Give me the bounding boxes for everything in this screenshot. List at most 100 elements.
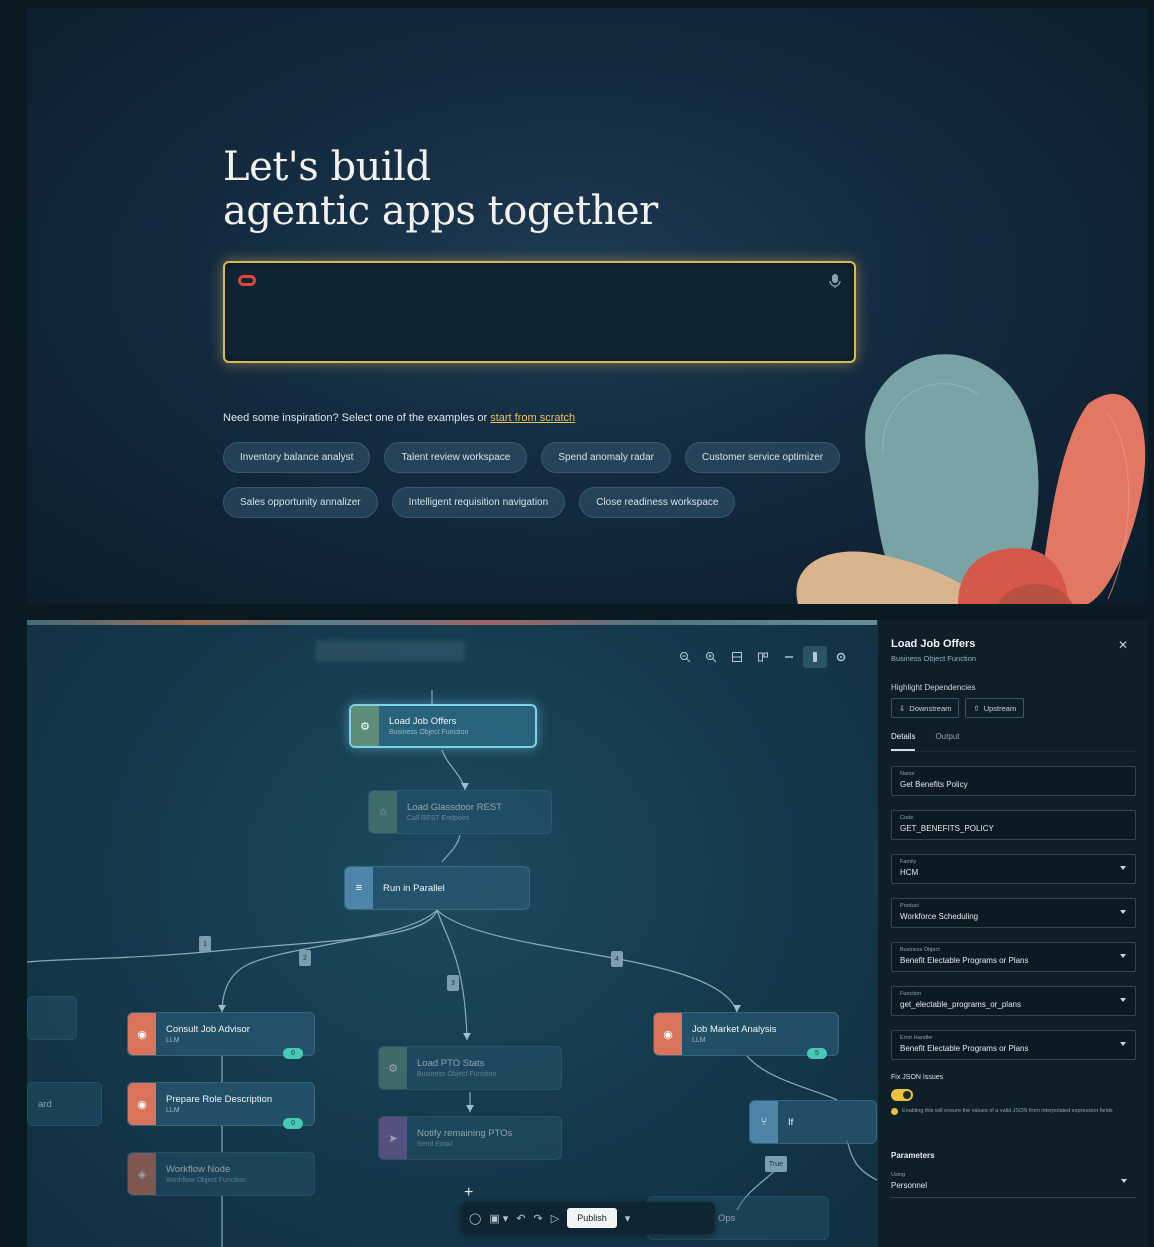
node-notify-remaining-ptos[interactable]: ➤ Notify remaining PTOs Send Email — [378, 1116, 562, 1160]
redo-icon[interactable]: ↷ — [534, 1212, 543, 1225]
properties-panel: Load Job Offers Business Object Function… — [877, 620, 1148, 1247]
node-run-in-parallel[interactable]: ≡ Run in Parallel — [344, 866, 530, 910]
node-text: Run in Parallel — [373, 867, 455, 909]
save-dropdown-icon[interactable]: ▣ ▾ — [489, 1212, 508, 1225]
workflow-canvas[interactable]: 1 2 3 4 True ⚙ Load Job Offers Business … — [27, 620, 877, 1247]
tab-output[interactable]: Output — [935, 732, 959, 751]
parameter-using-select[interactable]: Using Personnel — [891, 1168, 1136, 1198]
example-chip[interactable]: Intelligent requisition navigation — [391, 487, 566, 518]
node-text: Consult Job Advisor LLM — [156, 1013, 260, 1055]
node-badge: 5 — [807, 1048, 827, 1059]
oracle-logo-icon — [238, 275, 256, 286]
decorative-petals-illustration — [796, 354, 1146, 604]
field-label: Family — [900, 859, 917, 865]
node-offscreen-left-top[interactable] — [27, 996, 77, 1040]
name-field[interactable]: Name Get Benefits Policy — [891, 766, 1136, 796]
edge-tag[interactable]: 1 — [199, 936, 211, 952]
example-chip[interactable]: Close readiness workspace — [579, 487, 736, 518]
node-if-condition[interactable]: ⑂ If — [749, 1100, 877, 1144]
hero-title-line1: Let's build — [223, 144, 431, 190]
inspiration-text: Need some inspiration? Select one of the… — [223, 412, 575, 424]
node-offscreen-left[interactable]: ard — [27, 1082, 102, 1126]
start-from-scratch-link[interactable]: start from scratch — [490, 412, 575, 424]
undo-icon[interactable]: ↶ — [516, 1212, 525, 1225]
node-text: ard — [28, 1083, 62, 1125]
example-chip[interactable]: Inventory balance analyst — [223, 442, 371, 473]
chevron-down-icon — [1120, 910, 1126, 914]
edge-tag[interactable]: 4 — [611, 951, 623, 967]
example-chip[interactable]: Spend anomaly radar — [541, 442, 671, 473]
tab-details[interactable]: Details — [891, 732, 916, 751]
field-value: Benefit Electable Programs or Plans — [900, 1044, 1029, 1053]
prompt-input[interactable] — [265, 273, 805, 353]
example-chip[interactable]: Sales opportunity annalizer — [223, 487, 378, 518]
upstream-button[interactable]: ⇧ Upstream — [965, 698, 1025, 718]
hint-text: Enabling this will ensure the values of … — [902, 1108, 1113, 1114]
downstream-button[interactable]: ⇩ Downstream — [891, 698, 960, 718]
node-title: Prepare Role Description — [166, 1094, 273, 1105]
field-value: Get Benefits Policy — [900, 780, 968, 789]
node-text: Job Market Analysis LLM — [682, 1013, 786, 1055]
field-label: Code — [900, 815, 914, 821]
chevron-down-icon — [1120, 866, 1126, 870]
fix-json-toggle[interactable] — [891, 1089, 913, 1101]
parameters-heading: Parameters — [891, 1151, 935, 1160]
family-select[interactable]: Family HCM — [891, 854, 1136, 884]
run-play-icon[interactable]: ▷ — [551, 1212, 559, 1225]
example-chips: Inventory balance analyst Talent review … — [223, 442, 863, 532]
node-text: Notify remaining PTOs Send Email — [407, 1117, 522, 1159]
hero-title: Let's build agentic apps together — [223, 145, 658, 233]
field-label: Using — [891, 1172, 906, 1178]
chip-row-1: Inventory balance analyst Talent review … — [223, 442, 863, 473]
info-icon — [891, 1108, 898, 1115]
node-title: Load Glassdoor REST — [407, 802, 503, 813]
edge-tag[interactable]: 3 — [447, 975, 459, 991]
downstream-label: Downstream — [909, 703, 952, 713]
node-load-pto-stats[interactable]: ⚙ Load PTO Stats Business Object Functio… — [378, 1046, 562, 1090]
field-value: GET_BENEFITS_POLICY — [900, 824, 994, 833]
node-subtitle: Send Email — [417, 1141, 453, 1148]
node-subtitle: LLM — [166, 1037, 180, 1044]
microphone-icon[interactable] — [828, 273, 842, 289]
field-label: Business Object — [900, 947, 940, 953]
fix-json-hint: Enabling this will ensure the values of … — [891, 1107, 1136, 1115]
node-title: Job Market Analysis — [692, 1024, 777, 1035]
field-value: Benefit Electable Programs or Plans — [900, 956, 1029, 965]
field-label: Name — [900, 771, 915, 777]
node-text: Load Glassdoor REST Call REST Endpoint — [397, 791, 512, 833]
node-title: ard — [38, 1098, 52, 1110]
publish-button[interactable]: Publish — [567, 1208, 617, 1228]
record-icon[interactable]: ◯ — [469, 1212, 481, 1225]
send-email-icon: ➤ — [379, 1117, 407, 1159]
node-badge: 0 — [283, 1048, 303, 1059]
function-select[interactable]: Function get_electable_programs_or_plans — [891, 986, 1136, 1016]
add-node-button[interactable]: + — [464, 1184, 473, 1202]
business-object-select[interactable]: Business Object Benefit Electable Progra… — [891, 942, 1136, 972]
node-title: Load Job Offers — [389, 716, 457, 727]
highlight-dependencies-heading: Highlight Dependencies — [891, 683, 976, 692]
node-title: Load PTO Stats — [417, 1058, 485, 1069]
node-subtitle: Workflow Object Function — [166, 1177, 246, 1184]
true-tag[interactable]: True — [765, 1156, 787, 1172]
product-select[interactable]: Product Workforce Scheduling — [891, 898, 1136, 928]
example-chip[interactable]: Talent review workspace — [384, 442, 528, 473]
prompt-box[interactable] — [223, 261, 856, 363]
edge-tag[interactable]: 2 — [299, 950, 311, 966]
chevron-down-icon — [1120, 998, 1126, 1002]
error-handler-select[interactable]: Error Handler Benefit Electable Programs… — [891, 1030, 1136, 1060]
branch-icon: ⑂ — [750, 1101, 778, 1143]
node-title: Consult Job Advisor — [166, 1024, 250, 1035]
more-options-icon[interactable]: ▾ — [625, 1212, 631, 1225]
node-load-job-offers[interactable]: ⚙ Load Job Offers Business Object Functi… — [349, 704, 537, 748]
code-field[interactable]: Code GET_BENEFITS_POLICY — [891, 810, 1136, 840]
field-value: get_electable_programs_or_plans — [900, 1000, 1021, 1009]
node-title: If — [788, 1116, 794, 1128]
node-subtitle: LLM — [692, 1037, 706, 1044]
node-title: Run in Parallel — [383, 882, 445, 894]
llm-icon: ◉ — [654, 1013, 682, 1055]
node-text: Load PTO Stats Business Object Function — [407, 1047, 506, 1089]
node-workflow[interactable]: ◈ Workflow Node Workflow Object Function — [127, 1152, 315, 1196]
close-icon[interactable]: ✕ — [1118, 638, 1128, 652]
inspiration-label: Need some inspiration? Select one of the… — [223, 412, 491, 424]
node-load-glassdoor-rest[interactable]: ⌂ Load Glassdoor REST Call REST Endpoint — [368, 790, 552, 834]
